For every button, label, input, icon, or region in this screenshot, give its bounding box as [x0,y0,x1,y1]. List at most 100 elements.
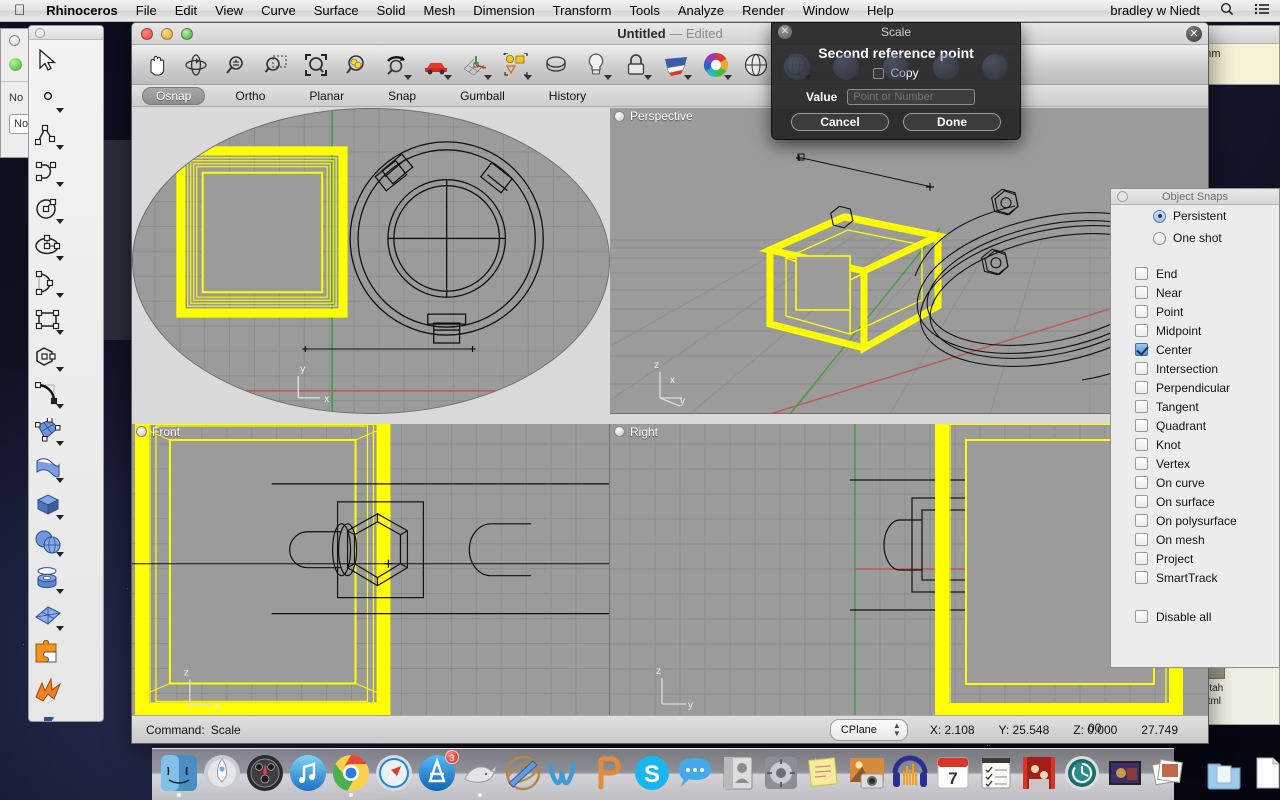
snap-disable-all[interactable]: Disable all [1111,607,1279,626]
checkbox-icon[interactable] [1135,267,1148,280]
dock-item-itunes[interactable] [287,752,329,794]
snap-knot[interactable]: Knot [1111,435,1279,454]
shaded-display-button[interactable] [736,47,775,83]
menu-item-view[interactable]: View [206,3,252,18]
snap-quadrant[interactable]: Quadrant [1111,416,1279,435]
dock-item-movie-app[interactable] [1104,752,1146,794]
dock-item-messages[interactable] [674,752,716,794]
cplane-dropdown[interactable]: CPlane ▲ ▼ [830,719,908,741]
checkbox-checked-icon[interactable] [1135,343,1148,356]
snap-point[interactable]: Point [1111,302,1279,321]
trim-button[interactable] [29,708,67,722]
select-objects-button[interactable] [496,47,535,83]
dock-item-audacity[interactable] [889,752,931,794]
menu-item-app-name[interactable]: Rhinoceros [37,3,127,18]
radio-one-shot-icon[interactable] [1153,232,1166,245]
checkbox-icon[interactable] [1135,324,1148,337]
set-cplane-button[interactable] [456,47,495,83]
checkbox-icon[interactable] [1135,400,1148,413]
chevron-down-icon[interactable] [56,552,64,557]
viewport-front-label[interactable]: Front [132,424,188,440]
chevron-down-icon[interactable] [524,75,532,80]
explode-button[interactable] [29,671,67,708]
snap-mode-persistent[interactable]: Persistent [1111,205,1279,227]
box-solid-button[interactable] [29,486,67,523]
fillet-tool-button[interactable] [29,375,67,412]
dock-item-time-machine[interactable] [1061,752,1103,794]
checkbox-icon[interactable] [1135,610,1148,623]
menu-item-file[interactable]: File [127,3,166,18]
menu-item-edit[interactable]: Edit [166,3,206,18]
dock-item-word[interactable] [545,752,587,794]
snap-perpendicular[interactable]: Perpendicular [1111,378,1279,397]
checkbox-icon[interactable] [1135,552,1148,565]
dock-item-reminders[interactable] [975,752,1017,794]
tab-osnap[interactable]: Osnap [142,87,205,105]
chevron-down-icon[interactable] [56,515,64,520]
chevron-down-icon[interactable] [56,256,64,261]
scale-copy-option[interactable]: Copy [772,66,1020,80]
menu-item-dimension[interactable]: Dimension [464,3,543,18]
dock-item-skype[interactable]: S [631,752,673,794]
chevron-down-icon[interactable] [56,589,64,594]
checkbox-icon[interactable] [1135,305,1148,318]
chevron-down-icon[interactable] [56,219,64,224]
chevron-down-icon[interactable] [56,330,64,335]
dock-item-app-store[interactable]: 3 [416,752,458,794]
checkbox-icon[interactable] [1135,438,1148,451]
dock-item-calendar[interactable]: 7 [932,752,974,794]
checkbox-icon[interactable] [1135,457,1148,470]
menu-item-mesh[interactable]: Mesh [415,3,465,18]
sphere-solid-button[interactable] [29,523,67,560]
dock-item-document-file[interactable] [1246,752,1280,794]
snap-midpoint[interactable]: Midpoint [1111,321,1279,340]
chevron-down-icon[interactable] [56,293,64,298]
chevron-down-icon[interactable] [56,367,64,372]
search-icon[interactable] [1210,2,1244,19]
snap-project[interactable]: Project [1111,549,1279,568]
object-color-button[interactable] [696,47,735,83]
snap-smarttrack[interactable]: SmartTrack [1111,568,1279,587]
dock-item-stickies[interactable] [803,752,845,794]
mesh-grid-button[interactable] [29,597,67,634]
menu-item-window[interactable]: Window [794,3,858,18]
extrude-surface-button[interactable] [29,449,67,486]
chevron-down-icon[interactable] [56,404,64,409]
dock-item-photo-booth[interactable] [1018,752,1060,794]
snap-center[interactable]: Center [1111,340,1279,359]
object-snaps-close-icon[interactable] [1117,191,1128,202]
chevron-down-icon[interactable] [644,75,652,80]
curve-tool-button[interactable] [29,153,67,190]
panel-close-icon[interactable]: ✕ [1186,26,1202,42]
tab-snap[interactable]: Snap [374,87,430,105]
menu-item-render[interactable]: Render [733,3,794,18]
chevron-down-icon[interactable] [56,108,64,113]
zoom-in-out-button[interactable] [216,47,255,83]
dock-item-finder[interactable] [158,752,200,794]
checkbox-icon[interactable] [873,68,884,79]
layers-button[interactable] [536,47,575,83]
palette-close-icon[interactable] [35,28,45,38]
chevron-down-icon[interactable] [724,75,732,80]
viewport-top[interactable]: y x Top [132,108,610,414]
viewport-maximize-icon[interactable] [614,426,625,437]
zoom-selected-button[interactable] [336,47,375,83]
viewport-perspective-label[interactable]: Perspective [610,108,701,124]
checkbox-icon[interactable] [1135,476,1148,489]
menu-item-surface[interactable]: Surface [305,3,368,18]
lights-button[interactable] [576,47,615,83]
viewport-right-label[interactable]: Right [610,424,666,440]
checkbox-icon[interactable] [1135,514,1148,527]
arc-tool-button[interactable] [29,264,67,301]
snap-intersection[interactable]: Intersection [1111,359,1279,378]
dock-item-launchpad[interactable] [201,752,243,794]
tab-history[interactable]: History [535,87,600,105]
menu-item-help[interactable]: Help [858,3,903,18]
ellipse-tool-button[interactable] [29,227,67,264]
dock-item-rhinoceros[interactable] [459,752,501,794]
rotate-view-button[interactable] [176,47,215,83]
menu-item-tools[interactable]: Tools [620,3,668,18]
zoom-extents-button[interactable] [296,47,335,83]
chevron-down-icon[interactable] [684,75,692,80]
pan-view-button[interactable] [136,47,175,83]
